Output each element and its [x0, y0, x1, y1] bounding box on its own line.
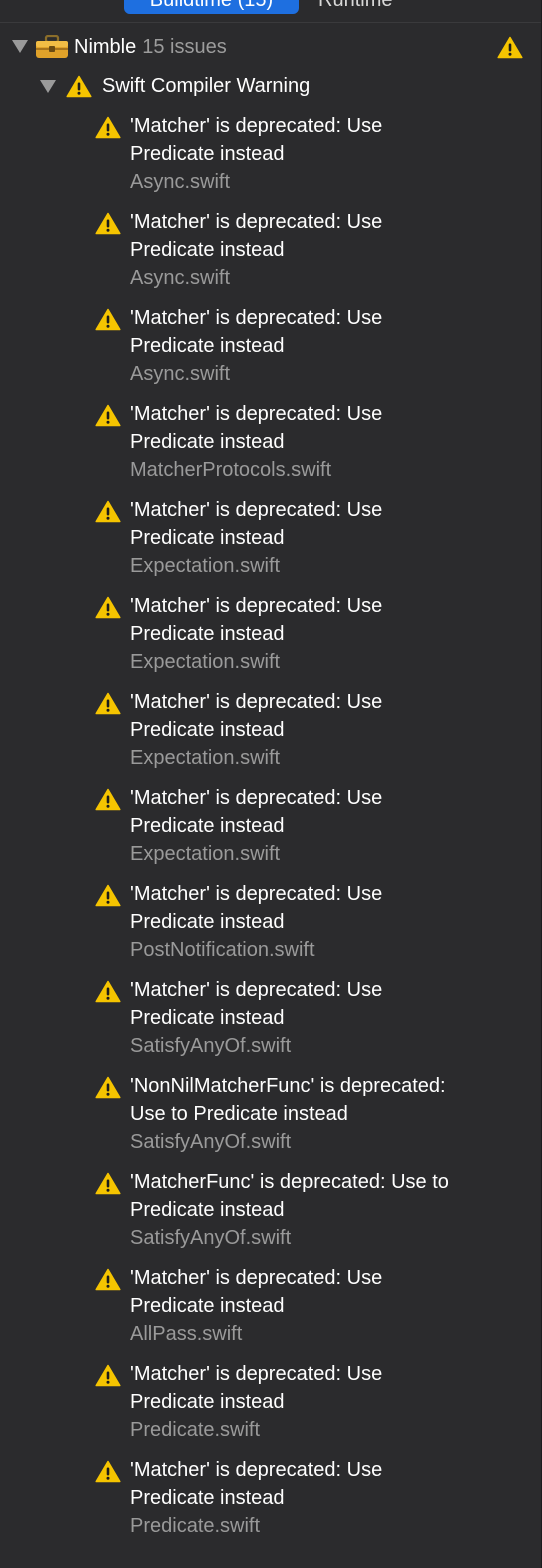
issue-file-name: Expectation.swift [130, 555, 281, 577]
project-name: Nimble [74, 36, 137, 58]
warning-icon [95, 1364, 121, 1387]
disclosure-triangle-icon[interactable] [40, 80, 56, 93]
issue-message: 'Matcher' is deprecated: Use Predicate i… [130, 691, 383, 741]
issue-row[interactable]: 'Matcher' is deprecated: Use Predicate i… [0, 496, 542, 592]
group-row-swift-compiler-warning[interactable]: Swift Compiler Warning [0, 74, 542, 100]
issue-count: 15 issues [142, 36, 227, 58]
issue-message: 'Matcher' is deprecated: Use Predicate i… [130, 1267, 383, 1317]
issue-file-name: Async.swift [130, 363, 231, 385]
warning-icon [497, 36, 523, 59]
warning-icon [95, 404, 121, 427]
issue-file-name: Predicate.swift [130, 1515, 261, 1537]
issue-row[interactable]: 'Matcher' is deprecated: Use Predicate i… [0, 880, 542, 976]
issue-message: 'Matcher' is deprecated: Use Predicate i… [130, 499, 383, 549]
warning-icon [95, 212, 121, 235]
warning-icon [95, 1172, 121, 1195]
warning-icon [95, 308, 121, 331]
issue-file-name: MatcherProtocols.swift [130, 459, 332, 481]
issue-file-name: SatisfyAnyOf.swift [130, 1227, 292, 1249]
issue-row[interactable]: 'Matcher' is deprecated: Use Predicate i… [0, 112, 542, 208]
issue-file-name: PostNotification.swift [130, 939, 315, 961]
issue-message: 'Matcher' is deprecated: Use Predicate i… [130, 211, 383, 261]
issue-file-name: Predicate.swift [130, 1419, 261, 1441]
issue-row[interactable]: 'Matcher' is deprecated: Use Predicate i… [0, 592, 542, 688]
issue-message: 'Matcher' is deprecated: Use Predicate i… [130, 787, 383, 837]
issue-row[interactable]: 'Matcher' is deprecated: Use Predicate i… [0, 976, 542, 1072]
issue-file-name: Expectation.swift [130, 651, 281, 673]
buildtime-tab[interactable]: Buildtime (15) [124, 0, 299, 14]
warning-icon [66, 75, 92, 98]
issue-file-name: SatisfyAnyOf.swift [130, 1131, 292, 1153]
issue-file-name: SatisfyAnyOf.swift [130, 1035, 292, 1057]
issue-message: 'Matcher' is deprecated: Use Predicate i… [130, 1459, 383, 1509]
warning-icon [95, 1460, 121, 1483]
issue-message: 'Matcher' is deprecated: Use Predicate i… [130, 883, 383, 933]
warning-icon [95, 596, 121, 619]
issue-row[interactable]: 'Matcher' is deprecated: Use Predicate i… [0, 688, 542, 784]
issue-message: 'Matcher' is deprecated: Use Predicate i… [130, 307, 383, 357]
issue-file-name: Expectation.swift [130, 747, 281, 769]
group-title: Swift Compiler Warning [102, 75, 311, 97]
warning-icon [95, 116, 121, 139]
issue-message: 'Matcher' is deprecated: Use Predicate i… [130, 403, 383, 453]
issue-row[interactable]: 'NonNilMatcherFunc' is deprecated: Use t… [0, 1072, 542, 1168]
runtime-tab[interactable]: Runtime [318, 0, 392, 14]
issue-row[interactable]: 'MatcherFunc' is deprecated: Use to Pred… [0, 1168, 542, 1264]
issue-message: 'Matcher' is deprecated: Use Predicate i… [130, 979, 383, 1029]
issue-file-name: Async.swift [130, 171, 231, 193]
issue-scope-bar: Buildtime (15) Runtime [0, 0, 542, 23]
issue-row[interactable]: 'Matcher' is deprecated: Use Predicate i… [0, 1360, 542, 1456]
warning-icon [95, 980, 121, 1003]
issue-row[interactable]: 'Matcher' is deprecated: Use Predicate i… [0, 400, 542, 496]
warning-icon [95, 500, 121, 523]
issue-row[interactable]: 'Matcher' is deprecated: Use Predicate i… [0, 784, 542, 880]
issue-message: 'Matcher' is deprecated: Use Predicate i… [130, 595, 383, 645]
issue-message: 'NonNilMatcherFunc' is deprecated: Use t… [130, 1075, 446, 1125]
issue-row[interactable]: 'Matcher' is deprecated: Use Predicate i… [0, 1264, 542, 1360]
disclosure-triangle-icon[interactable] [12, 40, 28, 53]
warning-icon [95, 788, 121, 811]
issue-file-name: Expectation.swift [130, 843, 281, 865]
issue-row[interactable]: 'Matcher' is deprecated: Use Predicate i… [0, 1456, 542, 1552]
issue-message: 'Matcher' is deprecated: Use Predicate i… [130, 115, 383, 165]
warning-icon [95, 1268, 121, 1291]
issue-file-name: Async.swift [130, 267, 231, 289]
warning-icon [95, 1076, 121, 1099]
issue-row[interactable]: 'Matcher' is deprecated: Use Predicate i… [0, 304, 542, 400]
warning-icon [95, 884, 121, 907]
issue-message: 'Matcher' is deprecated: Use Predicate i… [130, 1363, 383, 1413]
project-row-nimble[interactable]: Nimble 15 issues [0, 34, 542, 60]
issue-row[interactable]: 'Matcher' is deprecated: Use Predicate i… [0, 208, 542, 304]
toolbox-icon [36, 35, 68, 58]
issue-navigator: Buildtime (15) Runtime Nimble15 issues [0, 0, 542, 1568]
issue-file-name: AllPass.swift [130, 1323, 243, 1345]
issue-message: 'MatcherFunc' is deprecated: Use to Pred… [130, 1171, 449, 1221]
warning-icon [95, 692, 121, 715]
